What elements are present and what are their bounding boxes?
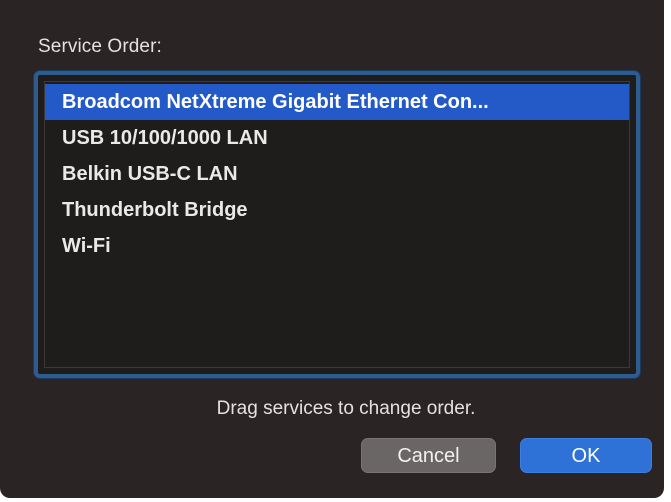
drag-hint-text: Drag services to change order.	[216, 398, 476, 419]
service-order-dialog: Service Order: Broadcom NetXtreme Gigabi…	[0, 0, 664, 498]
service-item-wi-fi[interactable]: Wi-Fi	[45, 228, 629, 264]
service-list[interactable]: Broadcom NetXtreme Gigabit Ethernet Con.…	[34, 71, 640, 378]
service-item-usb-lan[interactable]: USB 10/100/1000 LAN	[45, 120, 629, 156]
cancel-button[interactable]: Cancel	[361, 438, 496, 473]
service-item-thunderbolt-bridge[interactable]: Thunderbolt Bridge	[45, 192, 629, 228]
service-list-content: Broadcom NetXtreme Gigabit Ethernet Con.…	[44, 81, 630, 368]
dialog-title: Service Order:	[38, 36, 162, 57]
service-item-broadcom-ethernet[interactable]: Broadcom NetXtreme Gigabit Ethernet Con.…	[45, 84, 629, 120]
service-item-belkin-usb-c-lan[interactable]: Belkin USB-C LAN	[45, 156, 629, 192]
ok-button[interactable]: OK	[520, 438, 652, 473]
